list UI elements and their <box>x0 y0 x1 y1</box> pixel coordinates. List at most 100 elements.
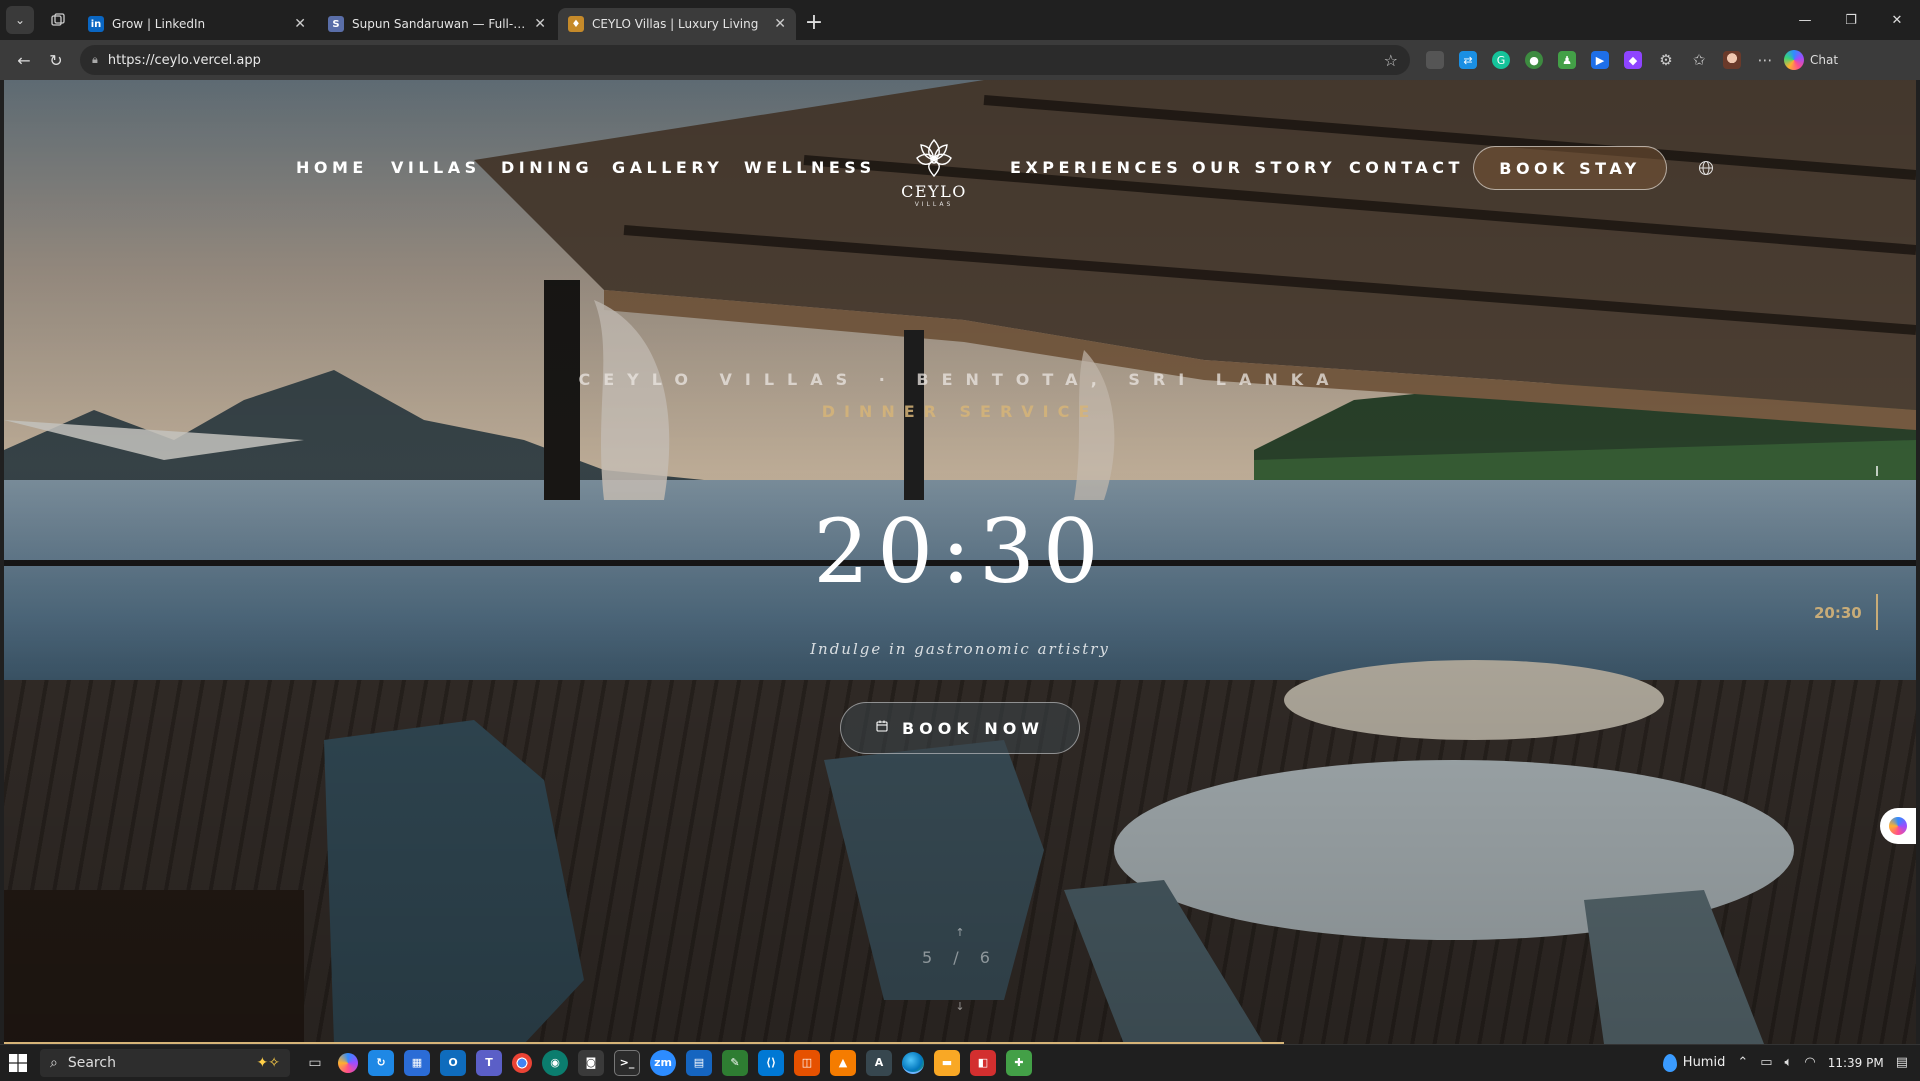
grammarly-icon[interactable]: G <box>1492 51 1510 69</box>
nav-contact[interactable]: CONTACT <box>1349 158 1464 177</box>
extension-icon[interactable]: ⇄ <box>1459 51 1477 69</box>
chevron-up-icon[interactable]: ⌃ <box>1737 1055 1748 1070</box>
assistant-icon <box>1889 817 1907 835</box>
app-icon[interactable]: ▤ <box>686 1049 712 1076</box>
windows-start-icon[interactable] <box>0 1045 36 1081</box>
refresh-icon[interactable]: ↻ <box>40 44 72 76</box>
close-icon[interactable]: ✕ <box>774 16 786 32</box>
nav-dining[interactable]: DINING <box>501 158 593 177</box>
page-viewport: HOME VILLAS DINING GALLERY WELLNESS CEYL… <box>4 80 1916 1044</box>
wifi-icon[interactable]: ◠ <box>1804 1055 1815 1070</box>
windows-taskbar: ⌕ Search ✦✧ ▭ ↻ ▦ O T ◉ ◙ >_ zm ▤ ✎ ⟨⟩ ◫… <box>0 1044 1920 1080</box>
file-explorer-icon[interactable]: ▬ <box>934 1049 960 1076</box>
teams-icon[interactable]: T <box>476 1049 502 1076</box>
terminal-icon[interactable]: >_ <box>614 1049 640 1076</box>
copilot-icon <box>1784 50 1804 70</box>
chrome-icon[interactable] <box>512 1052 532 1073</box>
app-icon[interactable]: ◫ <box>794 1049 820 1076</box>
store-icon[interactable]: ▦ <box>404 1049 430 1076</box>
close-window-icon[interactable]: ✕ <box>1874 0 1920 40</box>
search-highlight-icon: ✦✧ <box>256 1054 280 1071</box>
book-now-button[interactable]: BOOK NOW <box>840 702 1080 754</box>
browser-titlebar: ⌄ in Grow | LinkedIn ✕ S Supun Sandaruwa… <box>0 0 1920 40</box>
extension-icon[interactable]: ◆ <box>1624 51 1642 69</box>
browser-tab-active[interactable]: ♦ CEYLO Villas | Luxury Living ✕ <box>558 8 796 40</box>
app-icon[interactable]: ✚ <box>1006 1049 1032 1076</box>
side-time-indicator[interactable]: 20:30 <box>1814 604 1862 622</box>
address-bar[interactable]: 🔒︎ https://ceylo.vercel.app ☆ <box>80 45 1410 75</box>
volume-icon[interactable]: 🔈︎ <box>1785 1055 1793 1070</box>
more-options-icon[interactable]: ⋯ <box>1756 51 1774 69</box>
extension-icon[interactable]: ▶ <box>1591 51 1609 69</box>
search-placeholder: Search <box>67 1054 116 1071</box>
floating-assistant-button[interactable] <box>1880 808 1916 844</box>
hero-time: 20:30 <box>813 500 1107 603</box>
notification-icon[interactable]: ▤ <box>1896 1055 1908 1070</box>
zoom-icon[interactable]: zm <box>650 1049 676 1076</box>
nav-wellness[interactable]: WELLNESS <box>744 158 876 177</box>
minimize-icon[interactable]: — <box>1782 0 1828 40</box>
extension-icon[interactable] <box>1426 51 1444 69</box>
outlook-icon[interactable]: O <box>440 1049 466 1076</box>
app-icon[interactable]: ◉ <box>542 1049 568 1076</box>
nav-gallery[interactable]: GALLERY <box>612 158 723 177</box>
edge-icon[interactable] <box>902 1051 924 1074</box>
tab-title: Grow | LinkedIn <box>112 17 206 31</box>
nav-our-story[interactable]: OUR STORY <box>1192 158 1336 177</box>
lock-icon[interactable]: 🔒︎ <box>92 53 98 67</box>
extension-icon[interactable]: ● <box>1525 51 1543 69</box>
taskbar-clock[interactable]: 11:39 PM <box>1828 1056 1884 1070</box>
slide-down-arrow-icon[interactable]: ↓ <box>954 1000 966 1013</box>
app-icon[interactable]: ◧ <box>970 1049 996 1076</box>
tab-actions-menu[interactable]: ⌄ <box>6 6 34 34</box>
side-progress-tick <box>1876 466 1878 476</box>
site-logo[interactable]: CEYLO VILLAS <box>898 136 970 208</box>
system-tray: Humid ⌃ ▭ 🔈︎ ◠ 11:39 PM ▤ <box>1662 1053 1920 1072</box>
back-icon[interactable]: ← <box>8 44 40 76</box>
close-icon[interactable]: ✕ <box>534 16 546 32</box>
search-icon: ⌕ <box>50 1054 58 1071</box>
close-icon[interactable]: ✕ <box>294 16 306 32</box>
camera-icon[interactable]: ◙ <box>578 1049 604 1076</box>
url-text[interactable]: https://ceylo.vercel.app <box>108 53 1374 68</box>
profile-avatar[interactable] <box>1723 51 1741 69</box>
favorites-icon[interactable]: ✩ <box>1690 51 1708 69</box>
app-icon[interactable]: ↻ <box>368 1049 394 1076</box>
favorite-star-icon[interactable]: ☆ <box>1384 51 1398 70</box>
book-stay-button[interactable]: BOOK STAY <box>1473 146 1667 190</box>
browser-tab[interactable]: in Grow | LinkedIn ✕ <box>78 8 316 40</box>
new-tab-button[interactable]: + <box>798 6 830 38</box>
weather-widget[interactable]: Humid <box>1662 1053 1726 1072</box>
nav-villas[interactable]: VILLAS <box>391 158 481 177</box>
hero-subtitle: DINNER SERVICE <box>821 402 1099 421</box>
app-icon[interactable]: A <box>866 1049 892 1076</box>
copilot-chat-button[interactable]: Chat <box>1784 50 1838 70</box>
tab-title: Supun Sandaruwan — Full-Stack D <box>352 17 526 31</box>
battery-icon[interactable]: ▭ <box>1760 1055 1772 1070</box>
notepad-icon[interactable]: ✎ <box>722 1049 748 1076</box>
task-view-icon[interactable]: ▭ <box>302 1050 328 1076</box>
taskbar-search[interactable]: ⌕ Search ✦✧ <box>40 1048 290 1077</box>
copilot-app-icon[interactable] <box>338 1052 358 1073</box>
logo-subtitle: VILLAS <box>914 201 954 208</box>
linkedin-icon: in <box>88 16 104 32</box>
workspaces-icon[interactable] <box>44 6 72 34</box>
browser-tab[interactable]: S Supun Sandaruwan — Full-Stack D ✕ <box>318 8 556 40</box>
slide-up-arrow-icon[interactable]: ↑ <box>954 926 966 939</box>
nav-experiences[interactable]: EXPERIENCES <box>1010 158 1182 177</box>
extension-icon[interactable]: ♟ <box>1558 51 1576 69</box>
vscode-icon[interactable]: ⟨⟩ <box>758 1049 784 1076</box>
restore-icon[interactable]: ❐ <box>1828 0 1874 40</box>
chat-label: Chat <box>1810 53 1839 67</box>
humidity-icon <box>1662 1053 1677 1072</box>
ceylo-icon: ♦ <box>568 16 584 32</box>
vlc-icon[interactable]: ▲ <box>830 1049 856 1076</box>
language-globe-icon[interactable] <box>1696 158 1716 178</box>
lotus-logo-icon <box>916 138 952 178</box>
extensions-puzzle-icon[interactable]: ⚙ <box>1657 51 1675 69</box>
tab-title: CEYLO Villas | Luxury Living <box>592 17 759 31</box>
book-now-label: BOOK NOW <box>901 718 1044 738</box>
nav-home[interactable]: HOME <box>296 158 368 177</box>
slide-pager: 5 / 6 <box>922 948 998 967</box>
weather-label: Humid <box>1682 1055 1726 1070</box>
